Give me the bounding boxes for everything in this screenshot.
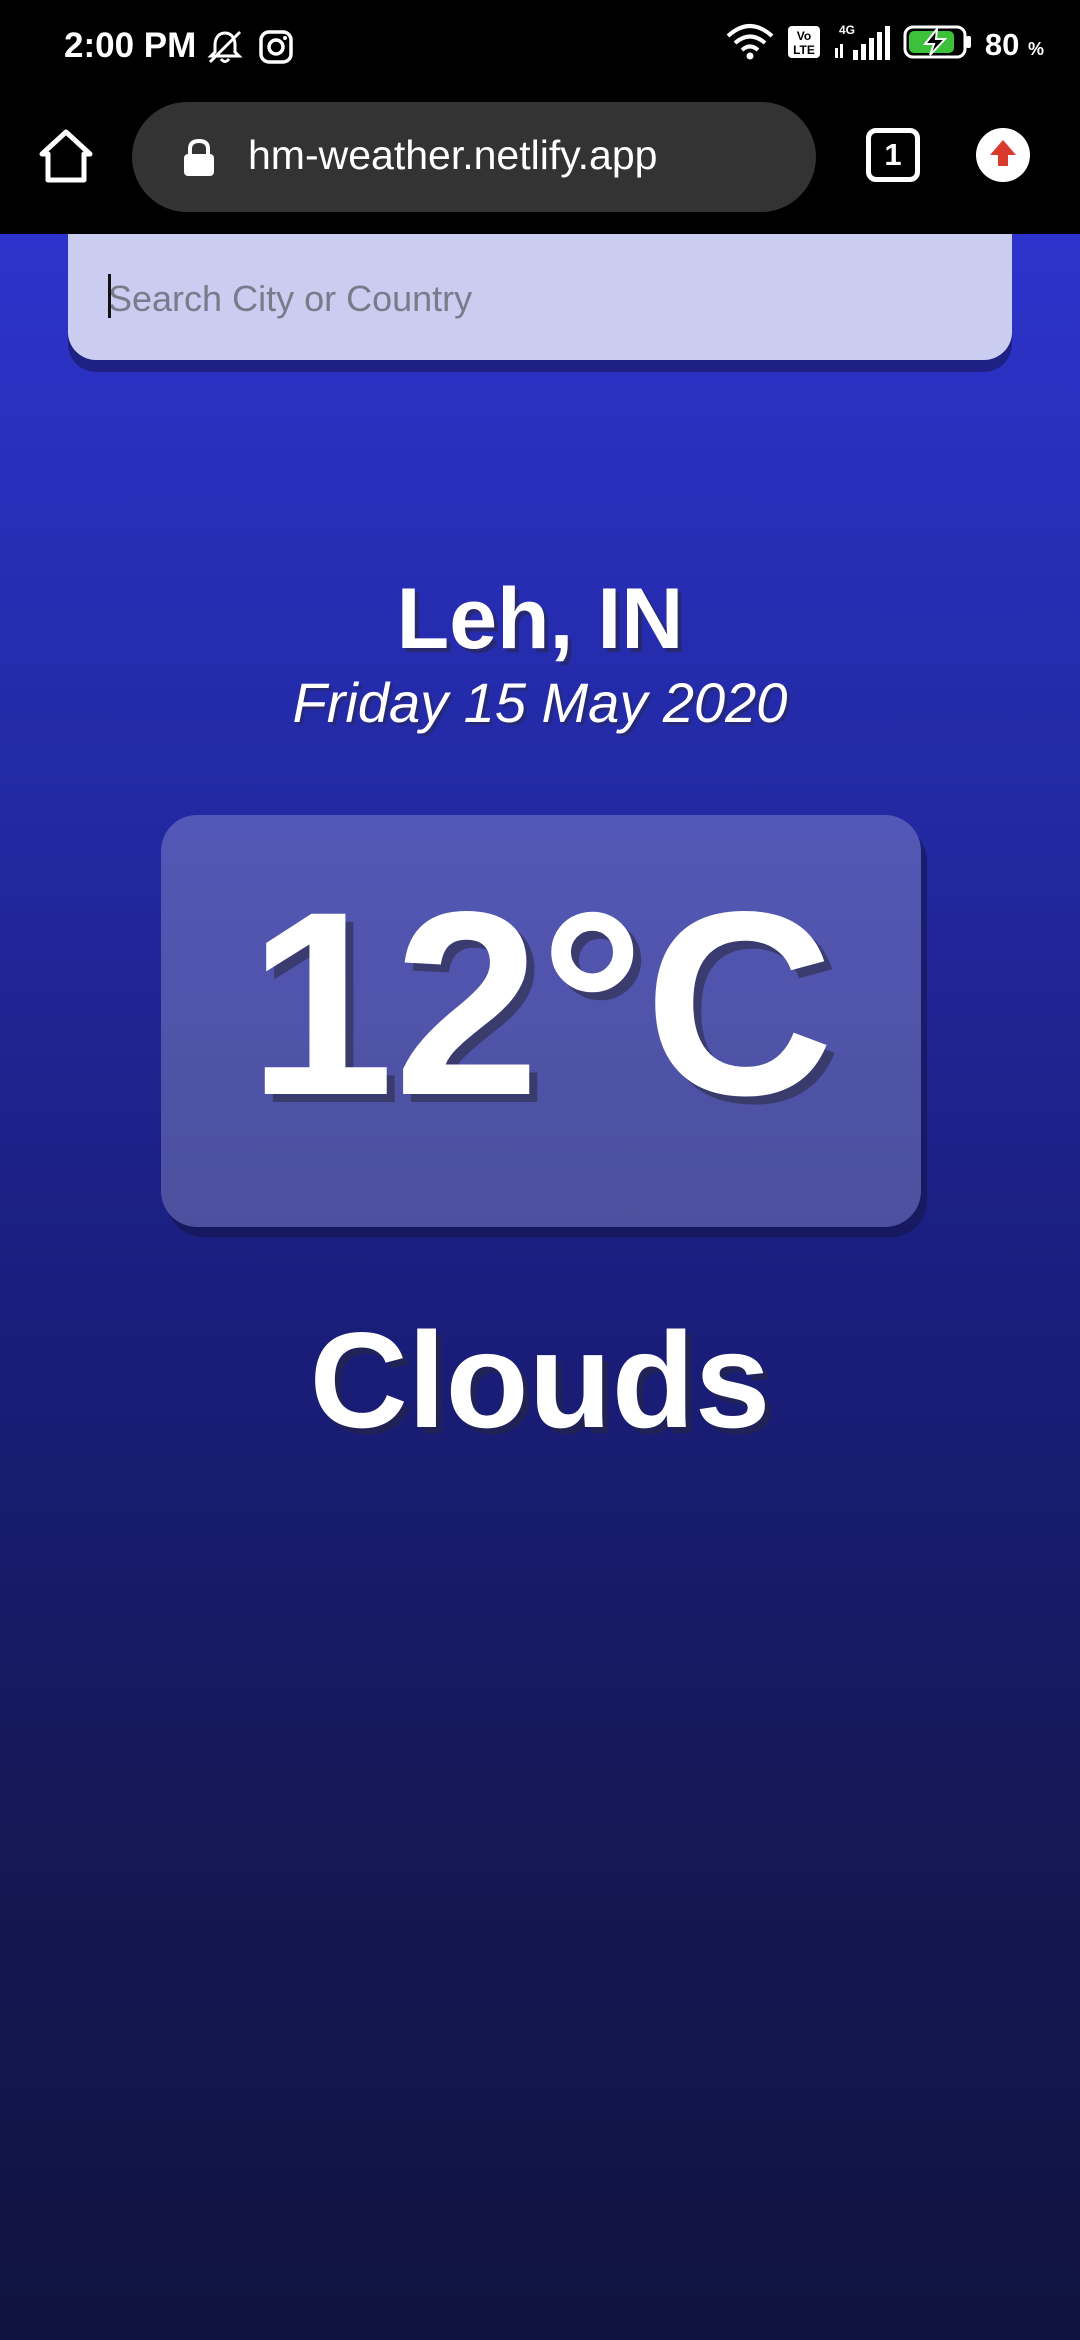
- text-cursor: [108, 274, 111, 318]
- search-input[interactable]: [108, 274, 968, 324]
- status-time: 2:00 PM: [64, 26, 197, 65]
- url-text: hm-weather.netlify.app: [248, 132, 658, 178]
- status-right-icons: Vo LTE 4G 80 %: [725, 22, 1044, 67]
- temperature-value: 12°C: [248, 857, 834, 1150]
- svg-text:4G: 4G: [839, 23, 855, 37]
- tab-count: 1: [884, 137, 902, 172]
- status-left-icons: [206, 28, 294, 71]
- update-button[interactable]: [976, 128, 1030, 182]
- browser-toolbar: hm-weather.netlify.app 1: [0, 100, 1080, 234]
- search-box[interactable]: [68, 234, 1012, 360]
- instagram-icon: [258, 29, 294, 70]
- volte-icon: Vo LTE: [787, 25, 821, 64]
- home-icon: [39, 129, 93, 183]
- address-bar[interactable]: hm-weather.netlify.app: [132, 102, 816, 212]
- battery-charging-icon: [903, 25, 973, 64]
- weather-page: Leh, IN Friday 15 May 2020 12°C Clouds: [0, 234, 1080, 2340]
- status-bar: 2:00 PM Vo LTE 4G 80 %: [0, 0, 1080, 100]
- update-icon: [990, 140, 1016, 166]
- signal-4g-icon: 4G: [833, 22, 891, 67]
- date-label: Friday 15 May 2020: [292, 671, 788, 734]
- svg-text:LTE: LTE: [793, 43, 815, 57]
- svg-text:Vo: Vo: [797, 29, 811, 43]
- battery-percent: 80 %: [984, 26, 1044, 62]
- notifications-off-icon: [206, 28, 244, 71]
- wifi-icon: [725, 22, 775, 67]
- lock-icon: [182, 138, 216, 178]
- temperature-card: 12°C: [161, 815, 921, 1227]
- location-label: Leh, IN: [396, 571, 684, 667]
- tabs-button[interactable]: 1: [866, 128, 920, 182]
- home-button[interactable]: [36, 126, 96, 186]
- weather-condition: Clouds: [309, 1304, 771, 1456]
